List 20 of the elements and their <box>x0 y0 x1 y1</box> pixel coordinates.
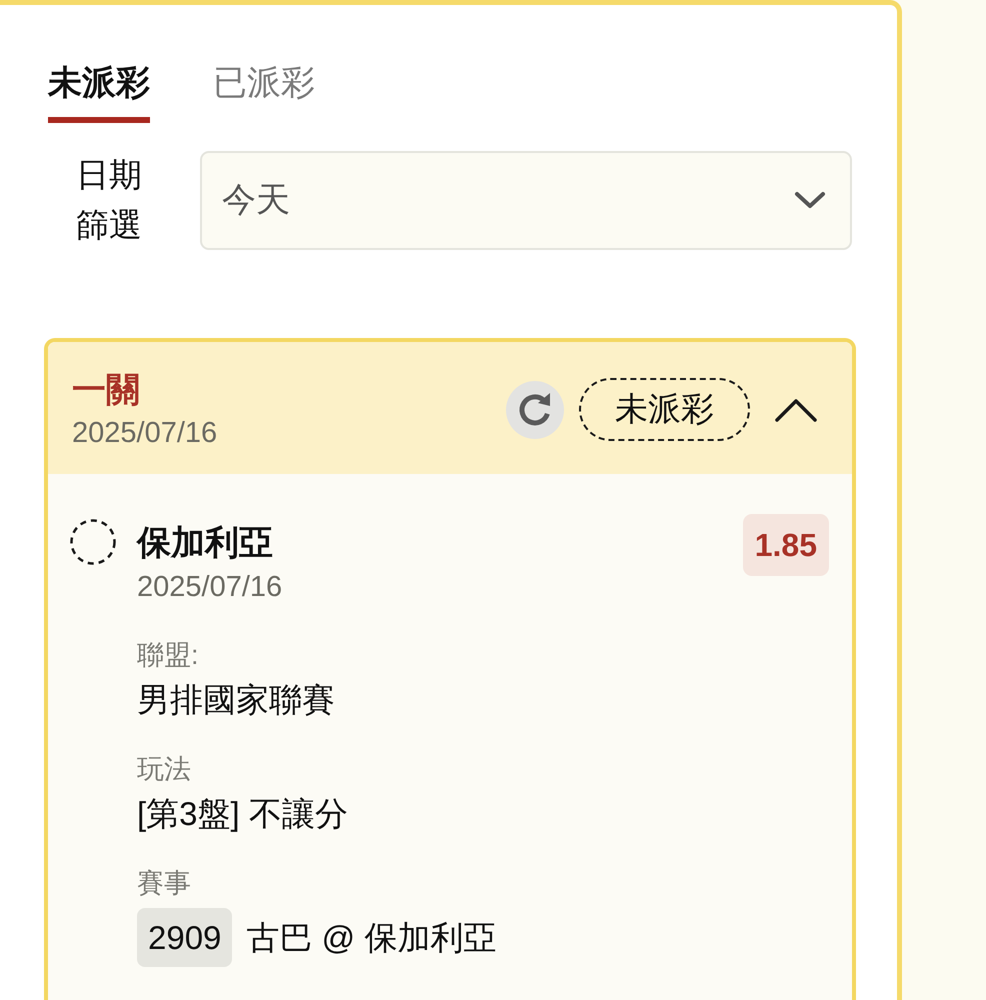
field-value: 男排國家聯賽 <box>137 680 335 720</box>
field-value: 古巴 @ 保加利亞 <box>246 918 496 958</box>
selection-date: 2025/07/16 <box>137 570 282 605</box>
odds-badge: 1.85 <box>742 514 829 576</box>
field-label: 玩法 <box>137 753 191 786</box>
field-label: 賽事 <box>137 867 191 900</box>
tab[interactable]: 未派彩 <box>48 57 150 123</box>
chevron-up-icon[interactable] <box>774 396 818 422</box>
field-value: [第3盤] 不讓分 <box>137 794 348 834</box>
match-number-badge: 2909 <box>137 908 232 967</box>
status-badge: 未派彩 <box>579 378 750 441</box>
bet-type-title: 一關 <box>72 370 141 411</box>
field-label: 聯盟: <box>137 639 199 672</box>
tab[interactable]: 已派彩 <box>213 57 315 123</box>
bet-date: 2025/07/16 <box>72 416 218 451</box>
chevron-down-icon <box>794 191 826 209</box>
refresh-icon[interactable] <box>506 380 564 438</box>
filter-label: 日期篩選 <box>75 155 143 245</box>
selection-name: 保加利亞 <box>137 523 274 564</box>
date-select[interactable]: 今天 <box>200 150 852 250</box>
